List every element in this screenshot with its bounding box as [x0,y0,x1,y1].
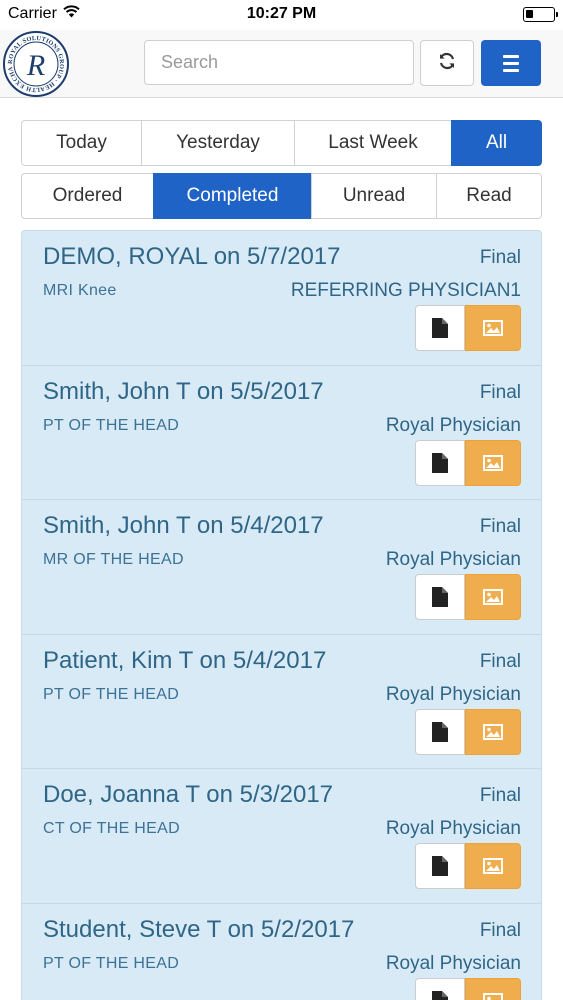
view-report-button[interactable] [415,977,465,1000]
result-physician: Royal Physician [385,549,521,570]
image-icon [483,320,503,336]
result-status: Final [479,381,521,403]
result-status: Final [479,247,521,268]
image-icon [483,723,503,740]
result-title: DEMO, ROYAL on 5/7/2017 [43,243,341,270]
document-icon [432,856,448,876]
result-physician: Royal Physician [385,818,521,839]
view-images-button[interactable] [465,708,521,755]
result-actions [415,977,521,1000]
result-physician: Royal Physician [385,952,521,974]
hamburger-menu-icon [503,54,519,58]
view-images-button[interactable] [465,574,521,620]
result-item[interactable]: DEMO, ROYAL on 5/7/2017 Final MRI Knee R… [22,231,541,366]
result-study: PT OF THE HEAD [43,954,180,972]
app-header: ROYAL SOLUTIONS GROUP · HEALTH EXCHANGE … [0,25,563,98]
result-actions [415,708,521,755]
date-filter-group: Today Yesterday Last Week All [21,120,542,166]
view-report-button[interactable] [415,708,465,755]
view-report-button[interactable] [415,439,465,486]
filter-read[interactable]: Read [436,173,542,219]
image-icon [483,858,503,874]
view-images-button[interactable] [465,305,521,351]
document-icon [432,452,448,473]
filter-last-week[interactable]: Last Week [294,120,452,166]
royal-solutions-logo[interactable]: ROYAL SOLUTIONS GROUP · HEALTH EXCHANGE … [0,25,70,98]
status-filter-group: Ordered Completed Unread Read [21,173,542,219]
result-status: Final [479,650,521,672]
result-study: MR OF THE HEAD [43,551,184,568]
refresh-button[interactable] [420,40,474,86]
result-item[interactable]: Doe, Joanna T on 5/3/2017 Final CT OF TH… [22,769,541,904]
menu-button[interactable] [481,40,541,86]
view-report-button[interactable] [415,843,465,889]
result-study: MRI Knee [43,282,117,299]
result-actions [415,305,521,351]
result-item[interactable]: Student, Steve T on 5/2/2017 Final PT OF… [22,904,541,1000]
result-physician: Royal Physician [385,683,521,705]
result-status: Final [479,785,521,806]
result-item[interactable]: Smith, John T on 5/5/2017 Final PT OF TH… [22,366,541,500]
image-icon [483,454,503,471]
result-title: Smith, John T on 5/5/2017 [43,377,324,405]
result-study: PT OF THE HEAD [43,416,180,434]
status-time: 10:27 PM [246,5,317,22]
image-icon [483,992,503,1000]
filter-yesterday[interactable]: Yesterday [141,120,295,166]
view-images-button[interactable] [465,977,521,1000]
filter-unread[interactable]: Unread [311,173,437,219]
result-title: Patient, Kim T on 5/4/2017 [43,646,327,674]
result-title: Doe, Joanna T on 5/3/2017 [43,781,334,808]
document-icon [432,721,448,742]
svg-text:R: R [26,49,45,82]
result-item[interactable]: Patient, Kim T on 5/4/2017 Final PT OF T… [22,635,541,769]
view-report-button[interactable] [415,305,465,351]
result-study: CT OF THE HEAD [43,820,180,837]
battery-icon [523,7,558,22]
status-bar: Carrier 10:27 PM [0,0,563,30]
view-report-button[interactable] [415,574,465,620]
result-item[interactable]: Smith, John T on 5/4/2017 Final MR OF TH… [22,500,541,635]
view-images-button[interactable] [465,439,521,486]
refresh-icon [437,51,457,76]
result-title: Smith, John T on 5/4/2017 [43,512,324,539]
result-study: PT OF THE HEAD [43,685,180,703]
result-title: Student, Steve T on 5/2/2017 [43,915,355,943]
result-status: Final [479,919,521,941]
filter-completed[interactable]: Completed [153,173,312,219]
result-physician: REFERRING PHYSICIAN1 [290,280,521,301]
document-icon [432,318,448,338]
search-input[interactable] [144,40,414,85]
status-right [523,7,558,22]
document-icon [432,990,448,1000]
filter-today[interactable]: Today [21,120,142,166]
result-status: Final [479,516,521,537]
result-actions [415,574,521,620]
results-list: DEMO, ROYAL on 5/7/2017 Final MRI Knee R… [21,230,542,1000]
view-images-button[interactable] [465,843,521,889]
result-actions [415,439,521,486]
document-icon [432,587,448,607]
result-actions [415,843,521,889]
image-icon [483,589,503,605]
result-physician: Royal Physician [385,414,521,436]
filter-ordered[interactable]: Ordered [21,173,154,219]
filter-all[interactable]: All [451,120,542,166]
